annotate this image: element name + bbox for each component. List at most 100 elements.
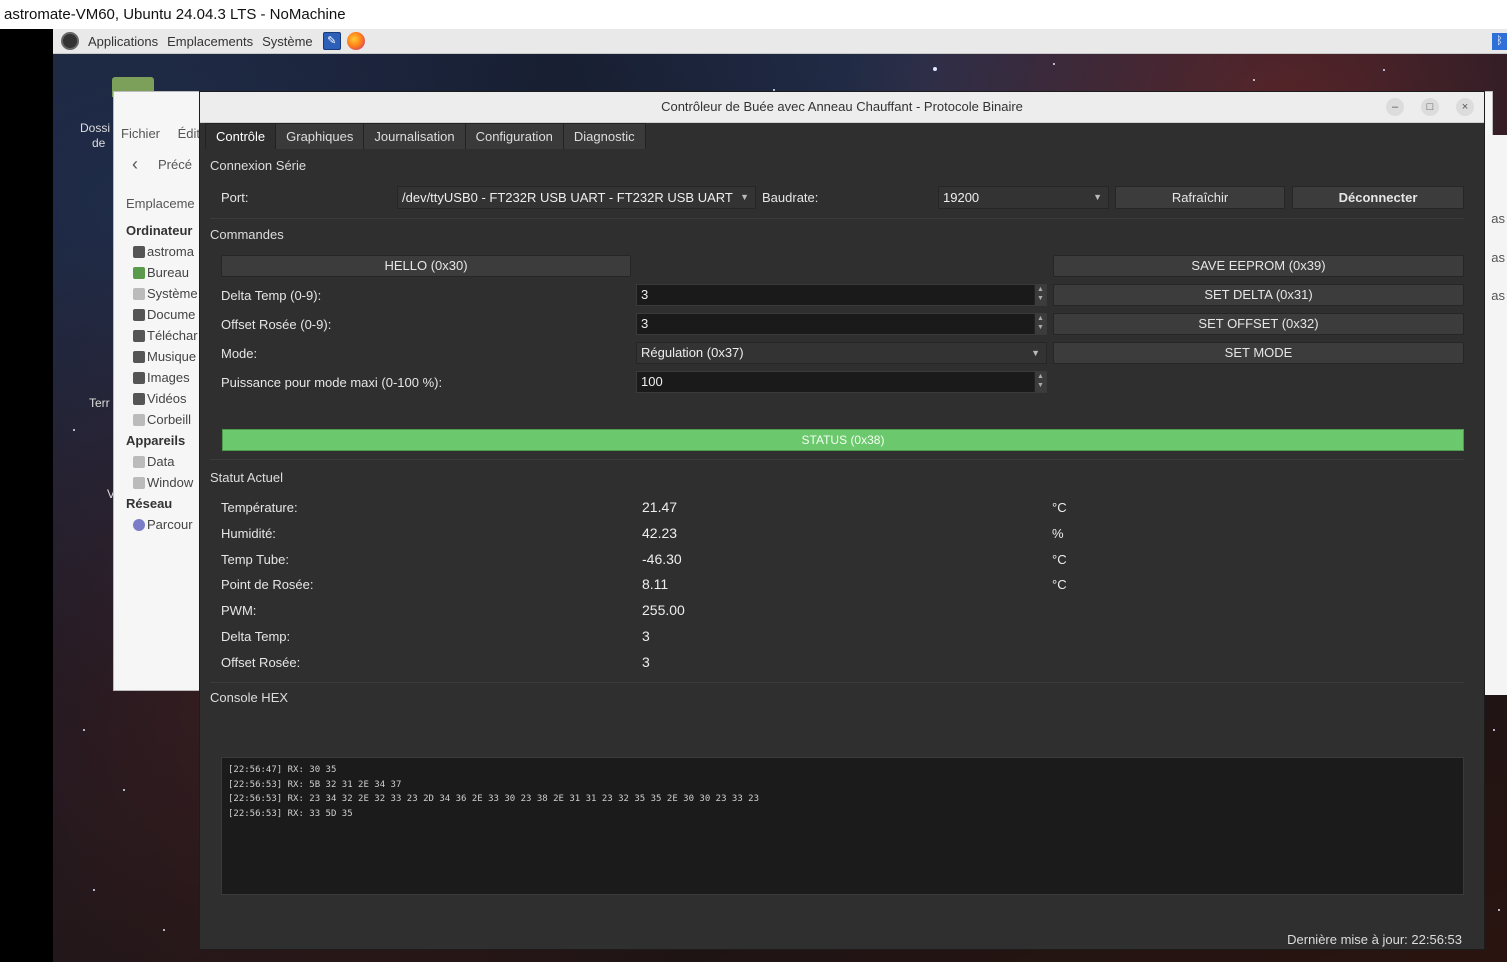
sidebar-item[interactable]: Data <box>126 451 206 472</box>
sidebar-item[interactable]: Docume <box>126 304 206 325</box>
sidebar-item-label: Parcour <box>147 517 193 532</box>
hello-button[interactable]: HELLO (0x30) <box>221 255 631 277</box>
remote-desktop: Applications Emplacements Système ✎ ᛒ Do… <box>53 29 1507 962</box>
power-label: Puissance pour mode maxi (0-100 %): <box>221 375 443 390</box>
network-icon <box>133 518 145 531</box>
sidebar-item[interactable]: Système <box>126 283 206 304</box>
port-value: /dev/ttyUSB0 - FT232R USB UART - FT232R … <box>402 190 733 205</box>
background-text: as <box>1491 250 1505 265</box>
delta-temp-value: 3 <box>641 287 649 302</box>
sidebar-item[interactable]: Musique <box>126 346 206 367</box>
chevron-down-icon: ▼ <box>1031 348 1040 358</box>
desktop-icon <box>133 266 145 279</box>
star <box>83 729 85 731</box>
star <box>163 929 165 931</box>
star <box>1493 729 1495 731</box>
save-eeprom-button[interactable]: SAVE EEPROM (0x39) <box>1053 255 1464 277</box>
sidebar-item[interactable]: Images <box>126 367 206 388</box>
status-unit: °C <box>1052 500 1067 515</box>
desktop-icon-label: de <box>92 136 106 150</box>
mode-select[interactable]: Régulation (0x37) ▼ <box>636 342 1047 364</box>
left-border <box>0 29 53 962</box>
spin-arrows-icon[interactable]: ▲ ▼ <box>1034 372 1046 392</box>
tab-graphiques[interactable]: Graphiques <box>275 123 365 149</box>
tab-diagnostic[interactable]: Diagnostic <box>562 123 646 149</box>
set-delta-button[interactable]: SET DELTA (0x31) <box>1053 284 1464 306</box>
back-button-label[interactable]: Précé <box>158 157 192 172</box>
nomachine-title-bar: astromate-VM60, Ubuntu 24.04.3 LTS - NoM… <box>0 0 1507 29</box>
sidebar-item-label: Corbeill <box>147 412 192 427</box>
hex-console[interactable]: [22:56:47] RX: 30 35 [22:56:53] RX: 5B 32… <box>221 757 1464 895</box>
sidebar-header: Appareils <box>126 433 186 448</box>
status-unit: °C <box>1052 551 1067 567</box>
delta-temp-spinbox[interactable]: 3 <box>636 284 1047 306</box>
disconnect-button[interactable]: Déconnecter <box>1292 186 1464 209</box>
star <box>1053 63 1055 65</box>
sidebar-item-label: Téléchar <box>147 328 198 343</box>
offset-rosee-value: 3 <box>641 316 649 331</box>
sidebar-item[interactable]: Corbeill <box>126 409 206 430</box>
menu-system[interactable]: Système <box>262 34 313 49</box>
tab-journalisation[interactable]: Journalisation <box>363 123 466 149</box>
menu-file[interactable]: Fichier <box>121 126 160 141</box>
ubuntu-logo-icon[interactable] <box>61 32 79 50</box>
baudrate-select[interactable]: 19200 ▼ <box>938 186 1109 209</box>
mode-value: Régulation (0x37) <box>641 345 744 360</box>
sidebar-item[interactable]: Parcour <box>126 514 206 535</box>
baudrate-value: 19200 <box>943 190 980 205</box>
console-line: [22:56:47] RX: 30 35 <box>228 765 337 775</box>
sidebar-item-label: Vidéos <box>147 391 187 406</box>
menu-edit[interactable]: Édit <box>178 126 200 141</box>
folder-icon <box>133 308 145 321</box>
folder-icon <box>133 350 145 363</box>
text-editor-icon[interactable]: ✎ <box>322 32 341 50</box>
status-label: Humidité: <box>221 525 276 541</box>
tab-configuration[interactable]: Configuration <box>464 123 564 149</box>
status-unit: % <box>1052 525 1064 541</box>
baudrate-label: Baudrate: <box>762 190 819 205</box>
sidebar-item[interactable]: Téléchar <box>126 325 206 346</box>
folder-icon <box>133 392 145 405</box>
sidebar-item-label: Bureau <box>147 265 189 280</box>
sidebar-item-label: Musique <box>147 349 197 364</box>
minimize-icon[interactable]: – <box>1386 98 1404 116</box>
desktop-icon-label: Dossi <box>80 121 111 135</box>
status-label: Delta Temp: <box>221 629 291 644</box>
spin-arrows-icon[interactable]: ▲ ▼ <box>1034 285 1046 305</box>
sidebar-item[interactable]: Vidéos <box>126 388 206 409</box>
top-panel: Applications Emplacements Système ✎ ᛒ <box>53 29 1507 54</box>
maximize-icon[interactable]: □ <box>1421 98 1439 116</box>
mode-label: Mode: <box>221 346 258 361</box>
power-value: 100 <box>641 374 663 389</box>
firefox-icon[interactable] <box>346 32 365 50</box>
port-select[interactable]: /dev/ttyUSB0 - FT232R USB UART - FT232R … <box>397 186 756 209</box>
sidebar-item[interactable]: Window <box>126 472 206 493</box>
back-arrow-icon[interactable]: ‹ <box>132 154 138 175</box>
bluetooth-icon[interactable]: ᛒ <box>1492 33 1507 50</box>
close-icon[interactable]: × <box>1456 98 1474 116</box>
chevron-down-icon: ▼ <box>740 192 749 202</box>
status-value: 3 <box>642 628 650 644</box>
set-offset-button[interactable]: SET OFFSET (0x32) <box>1053 313 1464 335</box>
offset-rosee-spinbox[interactable]: 3 <box>636 313 1047 335</box>
sidebar-item[interactable]: Bureau <box>126 262 206 283</box>
console-line: [22:56:53] RX: 23 34 32 2E 32 33 23 2D 3… <box>228 794 760 804</box>
star <box>1498 909 1500 911</box>
star <box>123 789 125 791</box>
power-spinbox[interactable]: 100 <box>636 371 1047 393</box>
drive-icon <box>133 455 145 468</box>
status-value: 42.23 <box>642 524 678 541</box>
refresh-button[interactable]: Rafraîchir <box>1115 186 1285 209</box>
tab-controle[interactable]: Contrôle <box>205 123 277 149</box>
sidebar-item[interactable]: astroma <box>126 241 206 262</box>
menu-applications[interactable]: Applications <box>88 34 158 49</box>
section-status: Statut Actuel <box>210 470 283 485</box>
desktop-icon-label: Terr <box>89 396 110 410</box>
spin-arrows-icon[interactable]: ▲ ▼ <box>1034 314 1046 334</box>
console-line: [22:56:53] RX: 5B 32 31 2E 34 37 <box>228 779 402 790</box>
delta-temp-label: Delta Temp (0-9): <box>221 288 322 303</box>
status-button[interactable]: STATUS (0x38) <box>222 429 1464 451</box>
status-value: 255.00 <box>642 602 685 619</box>
set-mode-button[interactable]: SET MODE <box>1053 342 1464 364</box>
menu-places[interactable]: Emplacements <box>167 34 253 49</box>
